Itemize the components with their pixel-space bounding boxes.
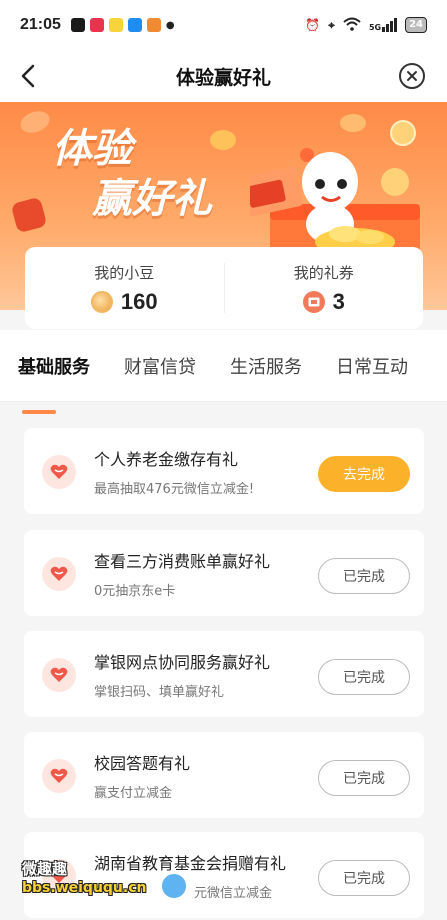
status-bar: 21:05 ● ⏰ ⌖ 5G 24 xyxy=(0,0,447,50)
completed-button[interactable]: 已完成 xyxy=(318,558,410,594)
task-card: 个人养老金缴存有礼 最高抽取476元微信立减金! 去完成 xyxy=(24,428,424,514)
task-title: 查看三方消费账单赢好礼 xyxy=(94,552,271,571)
task-card: 掌银网点协同服务赢好礼 掌银扫码、填单赢好礼 已完成 xyxy=(24,631,424,717)
banner-title: 体验 赢好礼 xyxy=(52,124,212,224)
banner-title-line1: 体验 xyxy=(52,126,132,172)
task-title: 湖南省教育基金会捐赠有礼 xyxy=(94,854,287,873)
page-title: 体验赢好礼 xyxy=(175,66,271,89)
heart-icon xyxy=(42,658,76,692)
category-tabs: 基础服务 财富信贷 生活服务 日常互动 xyxy=(0,330,447,414)
tab-wealth-credit[interactable]: 财富信贷 xyxy=(124,353,196,379)
decor-coin-icon xyxy=(340,114,366,132)
app-notification-icon xyxy=(89,18,104,32)
task-subtitle: 0元抽京东e卡 xyxy=(94,584,176,599)
heart-icon xyxy=(42,455,76,489)
coupons-value: 3 xyxy=(332,288,345,314)
wifi-icon xyxy=(343,17,361,34)
beans-value: 160 xyxy=(120,288,158,314)
my-coupons-stat[interactable]: 我的礼券 3 xyxy=(225,262,424,315)
beans-label: 我的小豆 xyxy=(94,263,155,282)
app-notification-icon xyxy=(70,18,85,32)
task-title: 掌银网点协同服务赢好礼 xyxy=(94,653,271,672)
task-subtitle: 最高抽取476元微信立减金! xyxy=(94,482,255,497)
alarm-icon: ⏰ xyxy=(305,18,321,32)
stats-card: 我的小豆 160 我的礼券 3 xyxy=(25,247,423,329)
tab-life-services[interactable]: 生活服务 xyxy=(230,353,302,379)
watermark-line1: 微趣趣 xyxy=(22,860,68,878)
task-title: 个人养老金缴存有礼 xyxy=(94,450,239,469)
close-button[interactable] xyxy=(399,63,425,89)
active-tab-indicator xyxy=(22,410,56,414)
battery-icon: 24 xyxy=(405,17,427,33)
watermark-mascot-icon xyxy=(160,872,188,900)
task-card: 校园答题有礼 赢支付立减金 已完成 xyxy=(24,732,424,818)
task-card: 湖南省教育基金会捐赠有礼 元微信立减金 已完成 xyxy=(24,832,424,918)
task-card: 查看三方消费账单赢好礼 0元抽京东e卡 已完成 xyxy=(24,530,424,616)
notification-icons: ● xyxy=(70,18,175,32)
heart-icon xyxy=(42,759,76,793)
more-dot-icon: ● xyxy=(165,19,175,31)
watermark-line2: bbs.weiququ.cn xyxy=(22,880,147,896)
back-button[interactable] xyxy=(14,62,42,90)
network-type-label: 5G xyxy=(368,23,382,32)
tab-basic-services[interactable]: 基础服务 xyxy=(18,353,90,379)
coupons-label: 我的礼券 xyxy=(293,263,354,282)
coupon-icon xyxy=(302,290,325,313)
status-time: 21:05 xyxy=(20,16,61,33)
completed-button[interactable]: 已完成 xyxy=(318,860,410,896)
task-subtitle: 掌银扫码、填单赢好礼 xyxy=(94,685,225,700)
chevron-left-icon xyxy=(21,64,35,88)
task-subtitle: 元微信立减金 xyxy=(194,886,273,901)
signal-icon: 5G xyxy=(368,18,398,32)
decor-coin-icon xyxy=(210,130,236,150)
nav-bar: 体验赢好礼 xyxy=(0,50,447,102)
app-notification-icon xyxy=(108,18,123,32)
app-notification-icon xyxy=(127,18,142,32)
my-beans-stat[interactable]: 我的小豆 160 xyxy=(25,262,224,315)
completed-button[interactable]: 已完成 xyxy=(318,659,410,695)
decor-coin-icon xyxy=(17,107,53,137)
go-complete-button[interactable]: 去完成 xyxy=(318,456,410,492)
completed-button[interactable]: 已完成 xyxy=(318,760,410,796)
tab-daily-interaction[interactable]: 日常互动 xyxy=(336,353,408,379)
banner-title-line2: 赢好礼 xyxy=(92,176,212,222)
close-icon xyxy=(407,71,417,81)
heart-icon xyxy=(42,557,76,591)
site-watermark: 微趣趣 bbs.weiququ.cn xyxy=(22,858,146,896)
task-subtitle: 赢支付立减金 xyxy=(94,786,173,801)
bean-coin-icon xyxy=(90,290,113,313)
red-envelope-icon xyxy=(10,196,48,234)
location-icon: ⌖ xyxy=(328,17,335,32)
app-notification-icon xyxy=(146,18,161,32)
task-title: 校园答题有礼 xyxy=(94,754,191,773)
